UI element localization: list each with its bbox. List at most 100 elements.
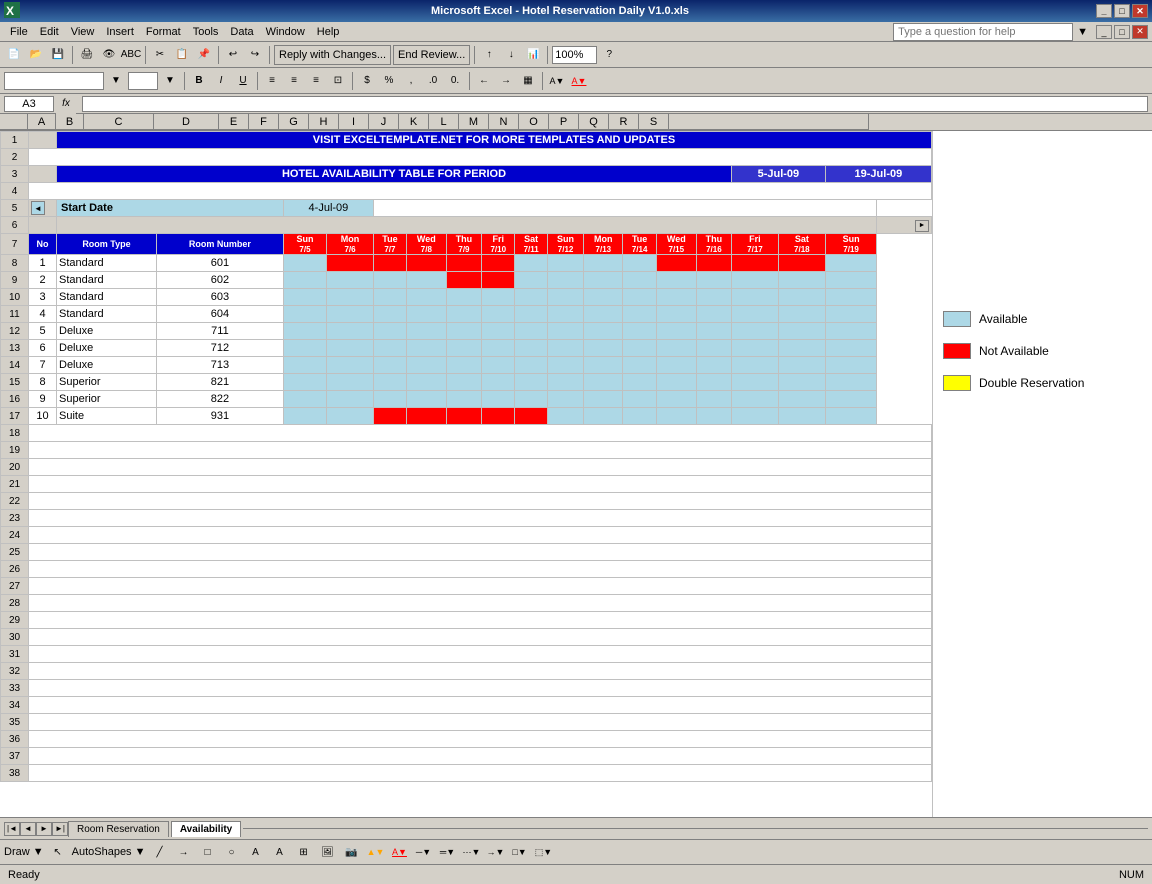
comma-button[interactable]: , (401, 71, 421, 91)
col-header-g[interactable]: G (279, 114, 309, 130)
font-size[interactable]: 10 (128, 72, 158, 90)
col-header-rest[interactable] (669, 114, 869, 130)
app-restore[interactable]: □ (1114, 25, 1130, 39)
cut-button[interactable]: ✂ (150, 45, 170, 65)
preview-button[interactable]: 👁 (99, 45, 119, 65)
help-search[interactable] (893, 23, 1073, 41)
textbox-tool[interactable]: A (246, 842, 266, 862)
chart-button[interactable]: 📊 (523, 45, 543, 65)
new-button[interactable]: 📄 (4, 45, 24, 65)
col-header-s[interactable]: S (639, 114, 669, 130)
diagram-tool[interactable]: ⊞ (294, 842, 314, 862)
nav-left[interactable]: ◄ (31, 201, 45, 215)
indent-inc[interactable]: → (496, 71, 516, 91)
col-header-q[interactable]: Q (579, 114, 609, 130)
col-header-i[interactable]: I (339, 114, 369, 130)
copy-button[interactable]: 📋 (172, 45, 192, 65)
clipart-tool[interactable]: 🖼 (318, 842, 338, 862)
dash-style[interactable]: ⋯▼ (462, 842, 482, 862)
bold-button[interactable]: B (189, 71, 209, 91)
wordart-tool[interactable]: A (270, 842, 290, 862)
menu-file[interactable]: File (4, 24, 34, 40)
arrow-tool[interactable]: → (174, 842, 194, 862)
fill-color-draw[interactable]: ▲▼ (366, 842, 386, 862)
col-header-h[interactable]: H (309, 114, 339, 130)
tab-scroll-first[interactable]: |◄ (4, 822, 20, 836)
help-button[interactable]: ? (599, 45, 619, 65)
menu-data[interactable]: Data (224, 24, 259, 40)
cursor-tool[interactable]: ↖ (48, 842, 68, 862)
size-dropdown[interactable]: ▼ (160, 71, 180, 91)
3d-tool[interactable]: ⬚▼ (534, 842, 554, 862)
shadow-tool[interactable]: □▼ (510, 842, 530, 862)
tab-scroll-prev[interactable]: ◄ (20, 822, 36, 836)
indent-dec[interactable]: ← (474, 71, 494, 91)
col-header-o[interactable]: O (519, 114, 549, 130)
redo-button[interactable]: ↪ (245, 45, 265, 65)
percent-button[interactable]: % (379, 71, 399, 91)
align-left[interactable]: ≡ (262, 71, 282, 91)
menu-tools[interactable]: Tools (187, 24, 225, 40)
scroll-right[interactable]: ► (915, 220, 929, 232)
menu-help[interactable]: Help (311, 24, 346, 40)
close-button[interactable]: ✕ (1132, 4, 1148, 18)
minimize-button[interactable]: _ (1096, 4, 1112, 18)
tab-scroll-next[interactable]: ► (36, 822, 52, 836)
underline-button[interactable]: U (233, 71, 253, 91)
spellcheck-button[interactable]: ABC (121, 45, 141, 65)
merge-center[interactable]: ⊡ (328, 71, 348, 91)
col-header-j[interactable]: J (369, 114, 399, 130)
arrow-style[interactable]: →▼ (486, 842, 506, 862)
tab-scroll-last[interactable]: ►| (52, 822, 68, 836)
menu-format[interactable]: Format (140, 24, 187, 40)
sheet-tab-room-reservation[interactable]: Room Reservation (68, 821, 169, 837)
col-header-b[interactable]: B (56, 114, 84, 130)
currency-button[interactable]: $ (357, 71, 377, 91)
end-review-button[interactable]: End Review... (393, 45, 470, 65)
font-selector[interactable]: Verdana (4, 72, 104, 90)
sort-desc-button[interactable]: ↓ (501, 45, 521, 65)
col-header-c[interactable]: C (84, 114, 154, 130)
line-style-draw[interactable]: ═▼ (438, 842, 458, 862)
menu-view[interactable]: View (65, 24, 101, 40)
decrease-decimal[interactable]: 0. (445, 71, 465, 91)
cell-reference[interactable] (4, 96, 54, 112)
col-header-m[interactable]: M (459, 114, 489, 130)
reply-changes-button[interactable]: Reply with Changes... (274, 45, 391, 65)
app-close[interactable]: ✕ (1132, 25, 1148, 39)
line-tool[interactable]: ╱ (150, 842, 170, 862)
app-minimize[interactable]: _ (1096, 25, 1112, 39)
open-button[interactable]: 📂 (26, 45, 46, 65)
save-button[interactable]: 💾 (48, 45, 68, 65)
formula-input[interactable]: HOTEL AVAILABILITY TABLE FOR PERIOD (82, 96, 1148, 112)
font-dropdown[interactable]: ▼ (106, 71, 126, 91)
undo-button[interactable]: ↩ (223, 45, 243, 65)
font-color[interactable]: A▼ (569, 71, 589, 91)
col-header-k[interactable]: K (399, 114, 429, 130)
col-header-f[interactable]: F (249, 114, 279, 130)
menu-edit[interactable]: Edit (34, 24, 65, 40)
col-header-r[interactable]: R (609, 114, 639, 130)
paste-button[interactable]: 📌 (194, 45, 214, 65)
col-header-e[interactable]: E (219, 114, 249, 130)
line-color-draw[interactable]: ─▼ (414, 842, 434, 862)
align-center[interactable]: ≡ (284, 71, 304, 91)
fx-button[interactable]: fx (56, 94, 76, 114)
menu-window[interactable]: Window (260, 24, 311, 40)
col-header-p[interactable]: P (549, 114, 579, 130)
fill-color[interactable]: A▼ (547, 71, 567, 91)
picture-tool[interactable]: 📷 (342, 842, 362, 862)
help-arrow[interactable]: ▼ (1077, 26, 1088, 38)
start-date-value[interactable]: 4-Jul-09 (283, 200, 373, 217)
col-header-l[interactable]: L (429, 114, 459, 130)
align-right[interactable]: ≡ (306, 71, 326, 91)
borders-button[interactable]: ▦ (518, 71, 538, 91)
oval-tool[interactable]: ○ (222, 842, 242, 862)
italic-button[interactable]: I (211, 71, 231, 91)
rect-tool[interactable]: □ (198, 842, 218, 862)
sheet-tab-availability[interactable]: Availability (171, 821, 241, 837)
sort-asc-button[interactable]: ↑ (479, 45, 499, 65)
restore-button[interactable]: □ (1114, 4, 1130, 18)
col-header-d[interactable]: D (154, 114, 219, 130)
increase-decimal[interactable]: .0 (423, 71, 443, 91)
